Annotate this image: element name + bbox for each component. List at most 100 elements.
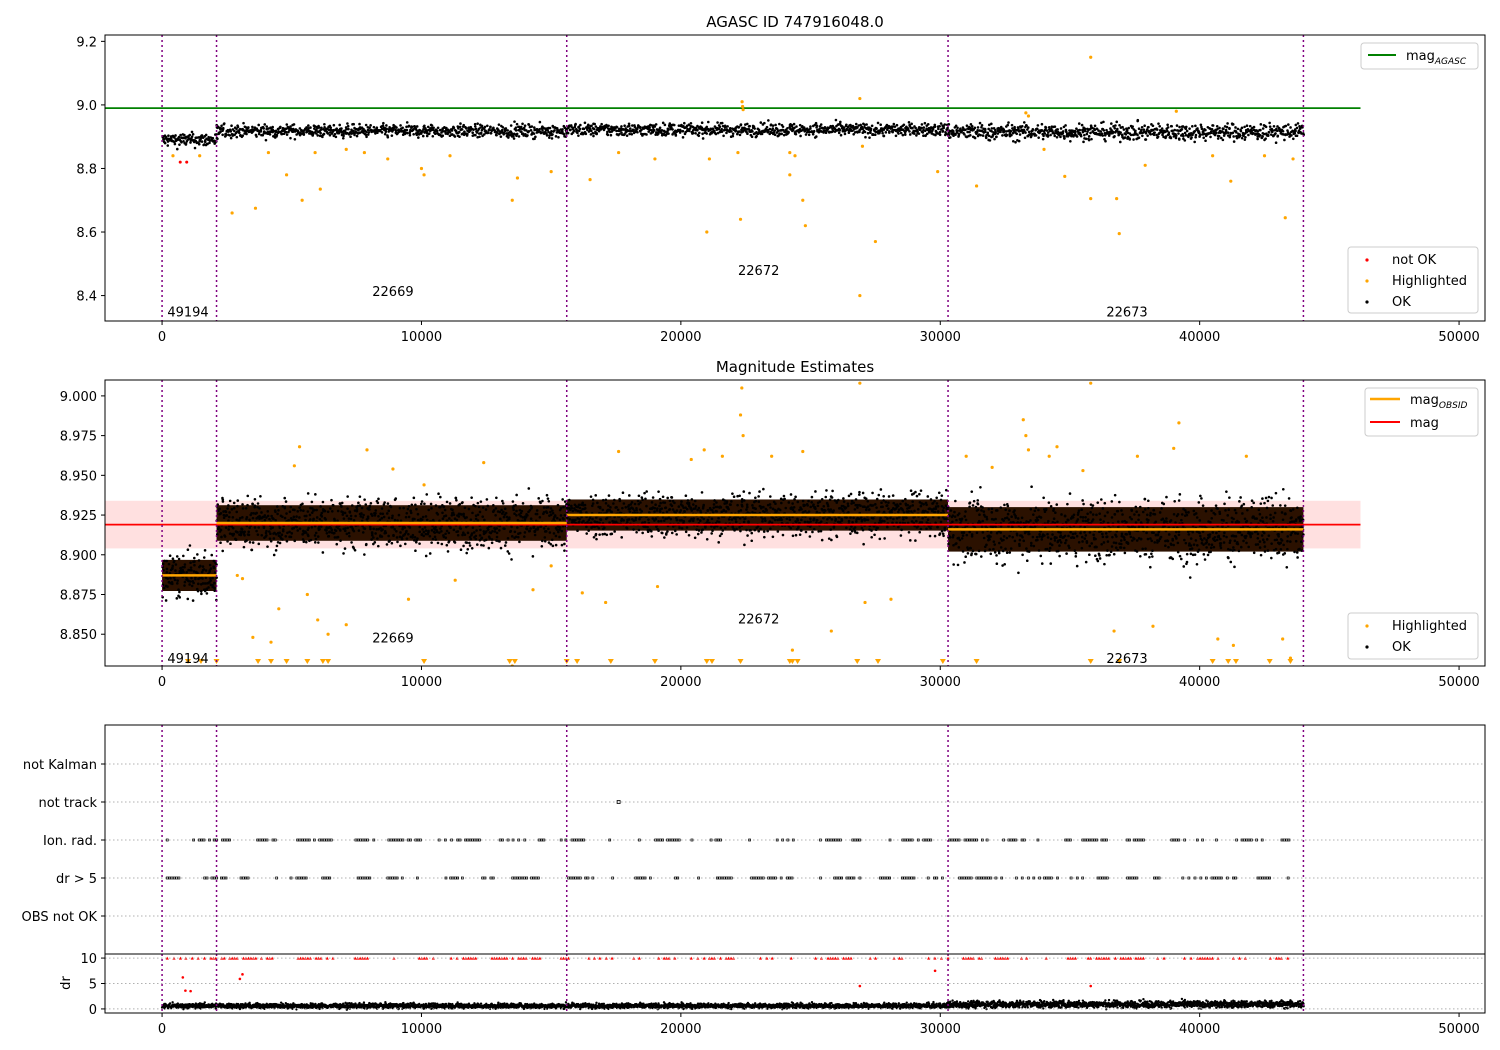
- ok-point: [439, 527, 442, 530]
- ok-point: [606, 133, 610, 137]
- ok-point: [545, 511, 549, 515]
- ok-point: [530, 125, 534, 128]
- ok-point: [665, 510, 669, 514]
- ok-point: [467, 507, 471, 511]
- ok-point: [504, 127, 508, 130]
- ok-point: [552, 532, 556, 535]
- ok-point: [346, 124, 350, 128]
- ok-point: [598, 533, 601, 536]
- ok-point: [626, 505, 630, 508]
- ok-point: [278, 531, 281, 535]
- ok-point: [603, 526, 606, 530]
- ok-point: [871, 504, 875, 507]
- ok-point: [579, 511, 583, 515]
- ok-point: [400, 537, 404, 541]
- ok-point: [390, 541, 394, 545]
- ok-point: [609, 506, 612, 509]
- ok-point: [288, 530, 291, 534]
- ok-point: [919, 527, 923, 531]
- ok-point: [693, 536, 697, 540]
- ok-point: [1087, 135, 1091, 138]
- ok-point: [1245, 124, 1249, 128]
- ok-point: [433, 132, 437, 136]
- ok-point: [608, 521, 611, 524]
- ok-point: [330, 498, 333, 502]
- highlighted-point: [386, 157, 390, 161]
- highlighted-point: [1063, 174, 1067, 179]
- ok-point: [392, 533, 395, 537]
- ok-point: [470, 546, 474, 550]
- ok-point: [754, 496, 757, 500]
- ok-point: [479, 131, 483, 135]
- ok-point: [1166, 126, 1170, 129]
- ok-point: [1296, 122, 1300, 125]
- ok-point: [850, 529, 854, 533]
- ok-point: [846, 502, 850, 505]
- ok-point: [692, 503, 695, 506]
- ok-point: [372, 527, 375, 531]
- legend-label-ok: OK: [1392, 295, 1411, 310]
- ok-point: [248, 540, 252, 544]
- ok-point: [855, 520, 858, 523]
- ok-point: [253, 526, 257, 529]
- ok-point: [830, 518, 834, 521]
- ok-point: [1013, 125, 1016, 129]
- ok-point: [853, 526, 857, 529]
- ok-point: [193, 556, 196, 560]
- ok-point: [376, 501, 380, 505]
- ok-point: [1234, 126, 1237, 129]
- ok-point: [504, 541, 508, 544]
- highlighted-point: [318, 187, 322, 191]
- ok-point: [940, 494, 944, 497]
- ok-point: [542, 510, 546, 514]
- ok-point: [837, 131, 841, 135]
- ok-point: [809, 520, 812, 523]
- ok-point: [219, 512, 223, 515]
- ok-point: [514, 503, 517, 507]
- ok-point: [427, 132, 431, 135]
- ok-point: [188, 544, 192, 547]
- ok-point: [529, 128, 533, 132]
- highlighted-point: [788, 173, 792, 177]
- ok-point: [269, 532, 272, 536]
- ok-point: [339, 539, 342, 542]
- ok-point: [595, 132, 599, 135]
- ok-point: [492, 508, 496, 512]
- ok-point: [616, 508, 620, 512]
- ok-point: [819, 520, 823, 523]
- ok-point: [323, 509, 327, 513]
- ok-point: [1295, 134, 1299, 138]
- ok-point: [443, 508, 447, 512]
- ok-point: [1127, 126, 1131, 130]
- highlighted-point: [1211, 154, 1215, 158]
- ok-point: [374, 511, 377, 515]
- ok-point: [621, 506, 624, 510]
- ok-point: [222, 122, 226, 126]
- ok-point: [899, 534, 903, 537]
- ok-point: [374, 509, 378, 512]
- ok-point: [284, 500, 288, 503]
- ok-point: [283, 506, 287, 510]
- ok-point: [721, 529, 725, 532]
- ok-point: [853, 508, 857, 511]
- ok-point: [257, 542, 261, 546]
- ok-point: [807, 133, 811, 137]
- ok-point: [897, 525, 900, 529]
- ok-point: [395, 536, 399, 539]
- ok-point: [333, 531, 336, 535]
- ok-point: [717, 541, 720, 544]
- ok-point: [1252, 125, 1256, 129]
- ok-point: [554, 135, 558, 138]
- ok-point: [334, 529, 338, 533]
- ok-point: [555, 516, 559, 520]
- ok-point: [472, 531, 476, 534]
- ok-point: [823, 509, 827, 512]
- ok-point: [810, 495, 814, 499]
- ok-point: [736, 503, 739, 507]
- ok-point: [1082, 140, 1085, 144]
- ok-point: [457, 130, 461, 134]
- ok-point: [235, 135, 239, 139]
- obsid-label: 22669: [372, 285, 413, 300]
- ok-point: [780, 518, 783, 522]
- ok-point: [1089, 124, 1093, 127]
